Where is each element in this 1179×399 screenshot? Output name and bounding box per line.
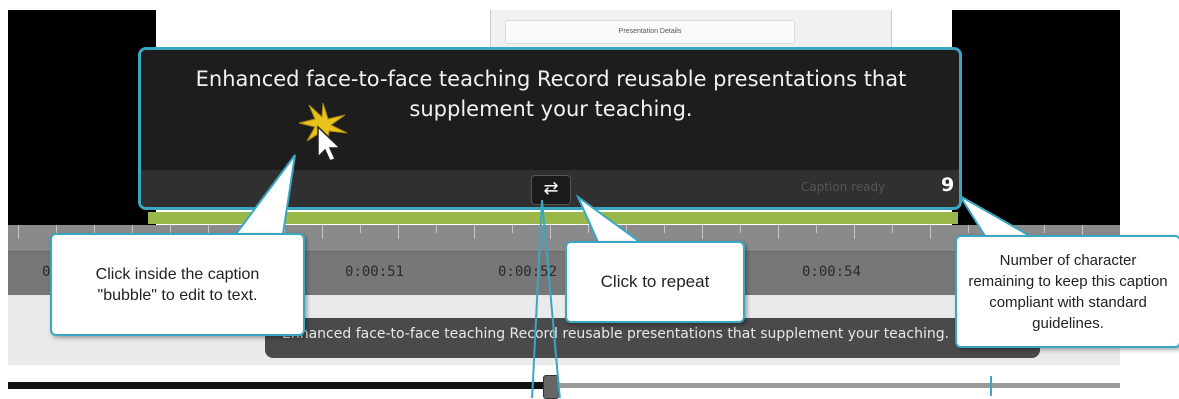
callout-character-count: Number of character remaining to keep th… [955,235,1179,348]
callout-repeat-tail [531,199,561,398]
callout-count-tail [959,195,1034,237]
callout-edit-tail [234,154,296,235]
callout-repeat-text: Click to repeat [600,272,710,291]
callout-repeat: Click to repeat [565,241,745,323]
callout-repeat-tail-2 [575,194,644,243]
callout-edit-caption: Click inside the caption "bubble" to edi… [50,233,305,336]
callout-edit-text: Click inside the caption "bubble" to edi… [95,265,260,304]
callout-count-text: Number of character remaining to keep th… [968,251,1168,332]
